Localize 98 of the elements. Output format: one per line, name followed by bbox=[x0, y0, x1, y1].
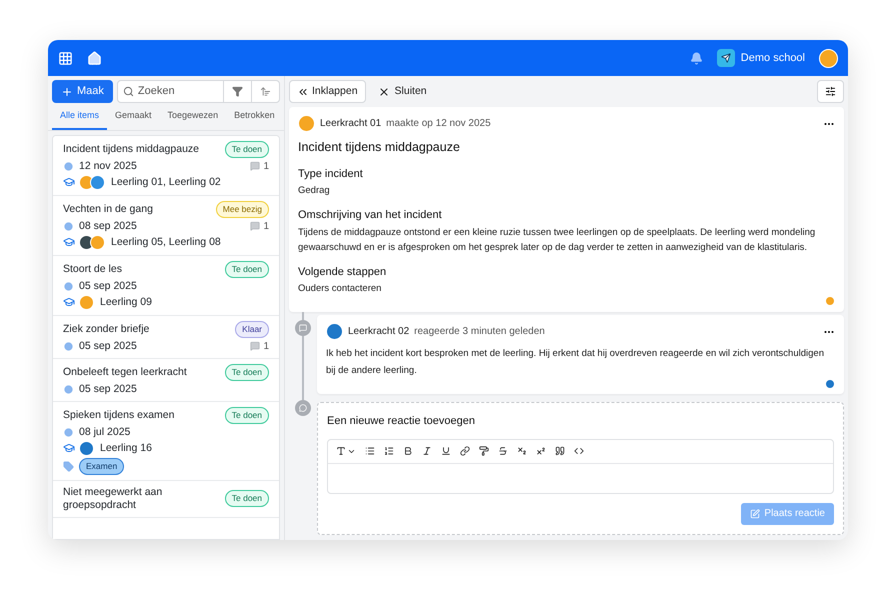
collapse-button[interactable]: Inklappen bbox=[289, 80, 366, 103]
list-item[interactable]: Stoort de les Te doen 05 sep 2025 Leerling 09 bbox=[53, 256, 279, 316]
school-logo-icon bbox=[716, 49, 735, 67]
item-date: 05 sep 2025 bbox=[79, 280, 137, 292]
link-icon[interactable] bbox=[460, 446, 470, 456]
underline-icon[interactable] bbox=[441, 446, 451, 456]
list-item[interactable]: Incident tijdens middagpauze Te doen 12 nov 2025 1 Leerling 01, Leerling 02 bbox=[53, 136, 279, 196]
reply-heading: Een nieuwe reactie toevoegen bbox=[327, 414, 476, 430]
field-value: Gedrag bbox=[298, 184, 331, 198]
status-badge: Te doen bbox=[224, 490, 269, 507]
item-date: 08 sep 2025 bbox=[79, 220, 137, 232]
status-badge: Mee bezig bbox=[216, 200, 269, 218]
strikethrough-icon[interactable] bbox=[498, 446, 508, 456]
item-title: Incident tijdens middagpauze bbox=[63, 142, 200, 156]
comment-meta: reageerde 3 minuten geleden bbox=[414, 325, 545, 340]
apps-grid-icon[interactable] bbox=[58, 50, 73, 66]
field-label: Omschrijving van het incident bbox=[298, 208, 443, 224]
plus-icon bbox=[61, 86, 73, 98]
user-avatar bbox=[819, 48, 838, 68]
school-name[interactable]: Demo school bbox=[740, 50, 805, 66]
status-badge: Klaar bbox=[235, 320, 269, 338]
comment-icon bbox=[250, 161, 260, 171]
comment-count: 1 bbox=[263, 340, 269, 352]
item-title: Niet meegewerkt aan groepsopdracht bbox=[63, 486, 164, 512]
subscript-icon[interactable] bbox=[517, 446, 527, 456]
search-input[interactable]: Zoeken bbox=[134, 83, 223, 100]
comment-count: 1 bbox=[263, 160, 269, 172]
item-title: Spieken tijdens examen bbox=[63, 408, 176, 422]
item-date: 05 sep 2025 bbox=[79, 382, 137, 396]
status-badge: Te doen bbox=[224, 140, 269, 158]
superscript-icon[interactable] bbox=[536, 446, 546, 456]
italic-icon[interactable] bbox=[422, 446, 432, 456]
reply-bubble-icon bbox=[295, 400, 311, 416]
student-names: Leerling 05, Leerling 08 bbox=[111, 236, 221, 248]
author-avatar bbox=[298, 115, 315, 132]
sort-icon[interactable] bbox=[260, 86, 271, 97]
incident-title: Incident tijdens middagpauze bbox=[298, 139, 461, 156]
field-label: Type incident bbox=[298, 166, 364, 182]
author-name: Leerkracht 01 bbox=[320, 117, 382, 131]
created-meta: maakte op 12 nov 2025 bbox=[386, 117, 491, 131]
comment-text: Ik heb het incident kort besproken met de leerling. Hij erkent dat hij overdreven reageerde en wil zich verontschuldigen bij de andere leerling. bbox=[326, 347, 825, 378]
text-style-icon[interactable] bbox=[336, 446, 346, 456]
tab[interactable]: Toegewezen bbox=[160, 107, 226, 130]
item-title: Ziek zonder briefje bbox=[63, 322, 150, 336]
close-button[interactable]: Sluiten bbox=[370, 80, 435, 103]
list-item[interactable]: Onbeleeft tegen leerkracht Te doen 05 sep 2025 bbox=[53, 358, 279, 402]
list-item[interactable]: Ziek zonder briefje Klaar 05 sep 2025 1 bbox=[53, 316, 279, 358]
tab[interactable]: Alle items bbox=[52, 107, 108, 130]
tab[interactable]: Gemaakt bbox=[107, 107, 160, 130]
field-label: Volgende stappen bbox=[298, 264, 388, 280]
reader-avatar bbox=[825, 379, 835, 390]
field-value: Ouders contacteren bbox=[298, 282, 382, 296]
reader-avatar bbox=[825, 296, 835, 306]
graduation-cap-icon bbox=[63, 442, 75, 454]
bold-icon[interactable] bbox=[403, 446, 413, 456]
tag-icon bbox=[63, 460, 74, 472]
create-button[interactable]: Maak bbox=[52, 80, 113, 103]
comment-icon bbox=[250, 221, 260, 231]
item-date: 05 sep 2025 bbox=[79, 340, 137, 352]
tag-label: Examen bbox=[79, 458, 124, 474]
quote-icon[interactable] bbox=[555, 446, 565, 456]
item-title: Onbeleeft tegen leerkracht bbox=[63, 366, 188, 378]
bullet-list-icon[interactable] bbox=[365, 446, 375, 456]
settings-button[interactable] bbox=[817, 80, 844, 103]
search-icon bbox=[122, 86, 134, 97]
graduation-cap-icon bbox=[63, 296, 75, 308]
close-icon bbox=[378, 86, 390, 98]
home-icon[interactable] bbox=[87, 50, 102, 66]
author-name: Leerkracht 02 bbox=[348, 325, 410, 340]
item-title: Stoort de les bbox=[63, 262, 123, 276]
graduation-cap-icon bbox=[63, 176, 75, 188]
tab[interactable]: Betrokken bbox=[226, 107, 283, 130]
graduation-cap-icon bbox=[63, 236, 75, 248]
item-title: Vechten in de gang bbox=[63, 202, 154, 216]
list-item[interactable]: Spieken tijdens examen Te doen 08 jul 2025 Leerling 16 Examen bbox=[53, 402, 279, 480]
filter-icon[interactable] bbox=[232, 86, 243, 97]
comment-bubble-icon bbox=[295, 320, 311, 336]
item-date: 08 jul 2025 bbox=[79, 426, 130, 438]
comment-icon bbox=[250, 341, 260, 351]
numbered-list-icon[interactable] bbox=[384, 446, 394, 456]
edit-icon bbox=[750, 508, 760, 519]
item-date: 12 nov 2025 bbox=[79, 160, 137, 172]
student-names: Leerling 01, Leerling 02 bbox=[111, 176, 221, 188]
author-avatar bbox=[326, 323, 343, 340]
code-icon[interactable] bbox=[574, 446, 584, 456]
status-badge: Te doen bbox=[224, 406, 269, 424]
list-item[interactable]: Niet meegewerkt aan groepsopdracht Te doen bbox=[53, 480, 279, 518]
comment-count: 1 bbox=[263, 220, 269, 232]
status-badge: Te doen bbox=[224, 260, 269, 278]
field-value: Tijdens de middagpauze ontstond er een kleine ruzie tussen twee leerlingen op de speelplaats. De leerling werd mondeling gewaarschuwd en er is afgesproken om het gesprek later op de dag verder te zetten in aanwezigheid van de klastitularis. bbox=[298, 226, 816, 255]
sliders-icon bbox=[825, 86, 836, 97]
bell-icon[interactable] bbox=[690, 52, 703, 64]
search-field[interactable]: Zoeken bbox=[116, 80, 280, 103]
status-badge: Te doen bbox=[224, 364, 269, 380]
list-item[interactable]: Vechten in de gang Mee bezig 08 sep 2025 1 Leerling 05, Leerling 08 bbox=[53, 196, 279, 256]
paint-roller-icon[interactable] bbox=[479, 446, 489, 456]
student-names: Leerling 09 bbox=[100, 296, 152, 308]
student-names: Leerling 16 bbox=[100, 442, 152, 454]
